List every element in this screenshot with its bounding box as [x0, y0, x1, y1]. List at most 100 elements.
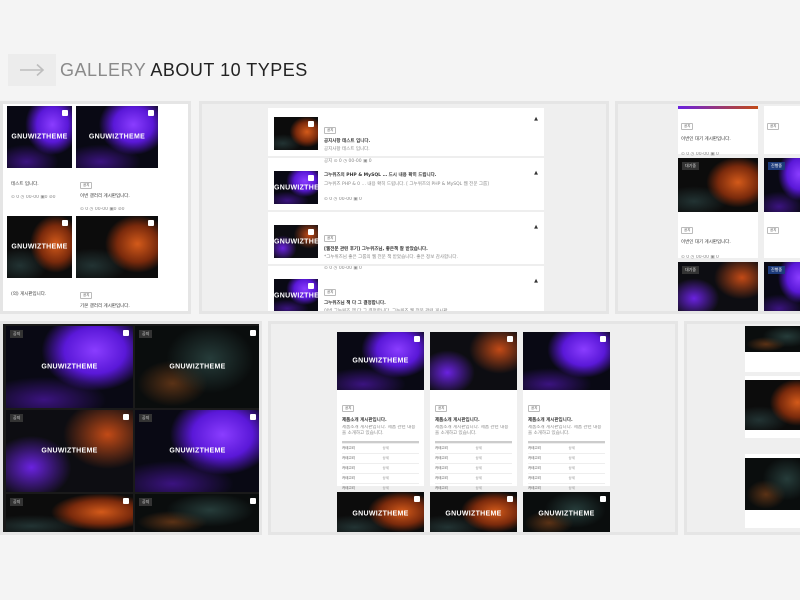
- grid-thumbnail[interactable]: 대기중: [678, 158, 758, 212]
- slide-thumbnail[interactable]: [745, 458, 800, 510]
- product-thumbnail[interactable]: GNUWIZTHEME: [337, 492, 424, 532]
- gallery-type-status-grid[interactable]: 공지 이번인 대기 게시판입니다. ⊙ 0 ◷ 00-00 ▣ 0 공지 대기중…: [615, 101, 800, 314]
- product-card[interactable]: GNUWIZTHEME 공지 제품소개 게시판입니다. 제품소개 게시판입니다.…: [337, 332, 424, 490]
- checkbox-icon[interactable]: [507, 336, 513, 342]
- mosaic-tile[interactable]: GNUWIZTHEME 공지: [6, 326, 133, 408]
- card-thumbnail[interactable]: GNUWIZTHEME: [7, 106, 72, 168]
- mosaic-tile[interactable]: 공지: [6, 494, 133, 532]
- grid-thumbnail[interactable]: 진행중: [764, 158, 800, 212]
- card-title[interactable]: 이번인 대기 게시판입니다.: [681, 136, 755, 142]
- mosaic-tile[interactable]: GNUWIZTHEME 공지: [135, 410, 259, 492]
- list-item[interactable]: 공지 공지사항 테스트 입니다. 공지사항 테스트 입니다. 공지 ⊙ 0 ◷ …: [268, 110, 544, 164]
- product-thumbnail[interactable]: [430, 332, 517, 390]
- watermark: GNUWIZTHEME: [11, 243, 68, 251]
- card-title[interactable]: 기본 갤러리 게시판입니다.: [80, 303, 154, 309]
- card-title[interactable]: (의) 게시판입니다.: [11, 291, 68, 297]
- card-title[interactable]: 테스트 입니다.: [11, 181, 68, 187]
- list-item[interactable]: GNUWIZTHEME 공지 그누위즈님 책 다 그 결정합니다. 이번 그누위…: [268, 272, 544, 311]
- row-thumbnail[interactable]: [274, 117, 318, 150]
- row-desc: *그누위즈님 좋은 그룹의 웹 전문 책 받았습니다. 좋은 정보 감사합니다.: [324, 255, 458, 260]
- row-meta: ⊙ 0 ◷ 00-00 ▣ 0: [324, 197, 362, 202]
- gallery-card[interactable]: GNUWIZTHEME (의) 게시판입니다.: [7, 216, 72, 311]
- checkbox-icon[interactable]: [308, 121, 314, 127]
- mosaic-tile[interactable]: 공지: [135, 494, 259, 532]
- gallery-type-card-grid[interactable]: GNUWIZTHEME 테스트 입니다. ⊙ 0 ◷ 00-00 ▣0 ⊘0 G…: [0, 101, 191, 314]
- grid-card[interactable]: 공지: [764, 212, 800, 258]
- checkbox-icon[interactable]: [308, 283, 314, 289]
- product-thumbnail[interactable]: GNUWIZTHEME: [337, 332, 424, 390]
- gallery-type-slider[interactable]: [684, 321, 800, 535]
- checkbox-icon[interactable]: [414, 496, 420, 502]
- row-title[interactable]: 그누위즈님 책 다 그 결정합니다.: [324, 300, 526, 306]
- row-title[interactable]: 공지사항 테스트 입니다.: [324, 138, 526, 144]
- checkbox-icon[interactable]: [123, 498, 129, 504]
- notice-badge: 공지: [681, 227, 694, 234]
- checkbox-icon[interactable]: [308, 229, 314, 235]
- product-card[interactable]: 공지 제품소개 게시판입니다. 제품소개 게시판입니다. 제품 관련 내용을 소…: [430, 332, 517, 490]
- product-card[interactable]: 공지 제품소개 게시판입니다. 제품소개 게시판입니다. 제품 관련 내용을 소…: [523, 332, 610, 490]
- checkbox-icon[interactable]: [308, 175, 314, 181]
- card-thumbnail[interactable]: GNUWIZTHEME: [7, 216, 72, 278]
- row-thumbnail[interactable]: GNUWIZTHEME: [274, 225, 318, 258]
- spec-row: 카테고리 상세: [435, 463, 512, 473]
- product-thumbnail[interactable]: [523, 332, 610, 390]
- grid-card[interactable]: 공지 이번인 대기 게시판입니다. ⊙ 0 ◷ 00-00 ▣ 0: [678, 212, 758, 260]
- gallery-type-product[interactable]: GNUWIZTHEME 공지 제품소개 게시판입니다. 제품소개 게시판입니다.…: [268, 321, 678, 535]
- row-title[interactable]: [웹전문 관련 후기] 그누위즈님, 좋은책 잘 받았습니다.: [324, 246, 526, 252]
- grid-card[interactable]: 공지: [764, 106, 800, 154]
- watermark: GNUWIZTHEME: [169, 363, 226, 371]
- arrow-right-icon: [20, 63, 45, 77]
- notice-badge: 공지: [80, 292, 93, 299]
- grid-thumbnail[interactable]: 대기중: [678, 262, 758, 311]
- checkbox-icon[interactable]: [507, 496, 513, 502]
- checkbox-icon[interactable]: [148, 110, 154, 116]
- gallery-type-list[interactable]: 공지 공지사항 테스트 입니다. 공지사항 테스트 입니다. 공지 ⊙ 0 ◷ …: [199, 101, 609, 314]
- card-thumbnail[interactable]: GNUWIZTHEME: [76, 106, 158, 168]
- gallery-card[interactable]: 공지 기본 갤러리 게시판입니다.: [76, 216, 158, 311]
- slide-card[interactable]: [745, 454, 800, 528]
- checkbox-icon[interactable]: [250, 498, 256, 504]
- gallery-type-mosaic[interactable]: GNUWIZTHEME 공지 GNUWIZTHEME 공지 GNUWIZTHEM…: [0, 321, 262, 535]
- checkbox-icon[interactable]: [600, 336, 606, 342]
- product-thumbnail[interactable]: GNUWIZTHEME: [430, 492, 517, 532]
- card-title[interactable]: 이번인 대기 게시판입니다.: [681, 239, 755, 245]
- checkbox-icon[interactable]: [250, 414, 256, 420]
- slide-card[interactable]: [745, 326, 800, 372]
- arrow-icon-box[interactable]: [8, 54, 56, 86]
- row-title[interactable]: 그누위즈의 PHP & MySQL … 드시 내용 확히 드립니다.: [324, 172, 526, 178]
- checkbox-icon[interactable]: [62, 110, 68, 116]
- spec-row: 카테고리 상세: [342, 463, 419, 473]
- mosaic-tile[interactable]: GNUWIZTHEME 공지: [6, 410, 133, 492]
- product-title[interactable]: 제품소개 게시판입니다.: [342, 417, 419, 423]
- grid-thumbnail[interactable]: 진행중: [764, 262, 800, 311]
- mosaic-tile[interactable]: GNUWIZTHEME 공지: [135, 326, 259, 408]
- checkbox-icon[interactable]: [123, 330, 129, 336]
- product-thumbnail[interactable]: GNUWIZTHEME: [523, 492, 610, 532]
- spec-table: 카테고리 상세 카테고리 상세 카테고리 상세 카테고리 상세 카테고리 상세: [342, 441, 419, 493]
- list-item[interactable]: GNUWIZTHEME 공지 [웹전문 관련 후기] 그누위즈님, 좋은책 잘 …: [268, 218, 544, 271]
- row-thumbnail[interactable]: GNUWIZTHEME: [274, 171, 318, 204]
- row-thumbnail[interactable]: GNUWIZTHEME: [274, 279, 318, 311]
- product-title[interactable]: 제품소개 게시판입니다.: [435, 417, 512, 423]
- slide-thumbnail[interactable]: [745, 326, 800, 352]
- list-item[interactable]: GNUWIZTHEME 그누위즈의 PHP & MySQL … 드시 내용 확히…: [268, 164, 544, 212]
- spec-table: 카테고리 상세 카테고리 상세 카테고리 상세 카테고리 상세 카테고리 상세: [435, 441, 512, 493]
- card-thumbnail[interactable]: [76, 216, 158, 278]
- grid-card[interactable]: 공지 이번인 대기 게시판입니다. ⊙ 0 ◷ 00-00 ▣ 0: [678, 106, 758, 157]
- product-desc: 제품소개 게시판입니다. 제품 관련 내용을 소개하고 있습니다.: [435, 425, 509, 436]
- checkbox-icon[interactable]: [123, 414, 129, 420]
- checkbox-icon[interactable]: [600, 496, 606, 502]
- gallery-card[interactable]: GNUWIZTHEME 테스트 입니다. ⊙ 0 ◷ 00-00 ▣0 ⊘0: [7, 106, 72, 210]
- gallery-card[interactable]: GNUWIZTHEME 공지 이번 갤러리 게시판입니다. ⊙ 0 ◷ 00-0…: [76, 106, 158, 212]
- checkbox-icon[interactable]: [148, 220, 154, 226]
- watermark: GNUWIZTHEME: [538, 510, 595, 518]
- notice-badge: 공지: [435, 405, 448, 412]
- slide-thumbnail[interactable]: [745, 380, 800, 430]
- product-title[interactable]: 제품소개 게시판입니다.: [528, 417, 605, 423]
- card-title[interactable]: 이번 갤러리 게시판입니다.: [80, 193, 154, 199]
- checkbox-icon[interactable]: [414, 336, 420, 342]
- checkbox-icon[interactable]: [250, 330, 256, 336]
- slide-card[interactable]: [745, 376, 800, 438]
- watermark: GNUWIZTHEME: [41, 363, 98, 371]
- checkbox-icon[interactable]: [62, 220, 68, 226]
